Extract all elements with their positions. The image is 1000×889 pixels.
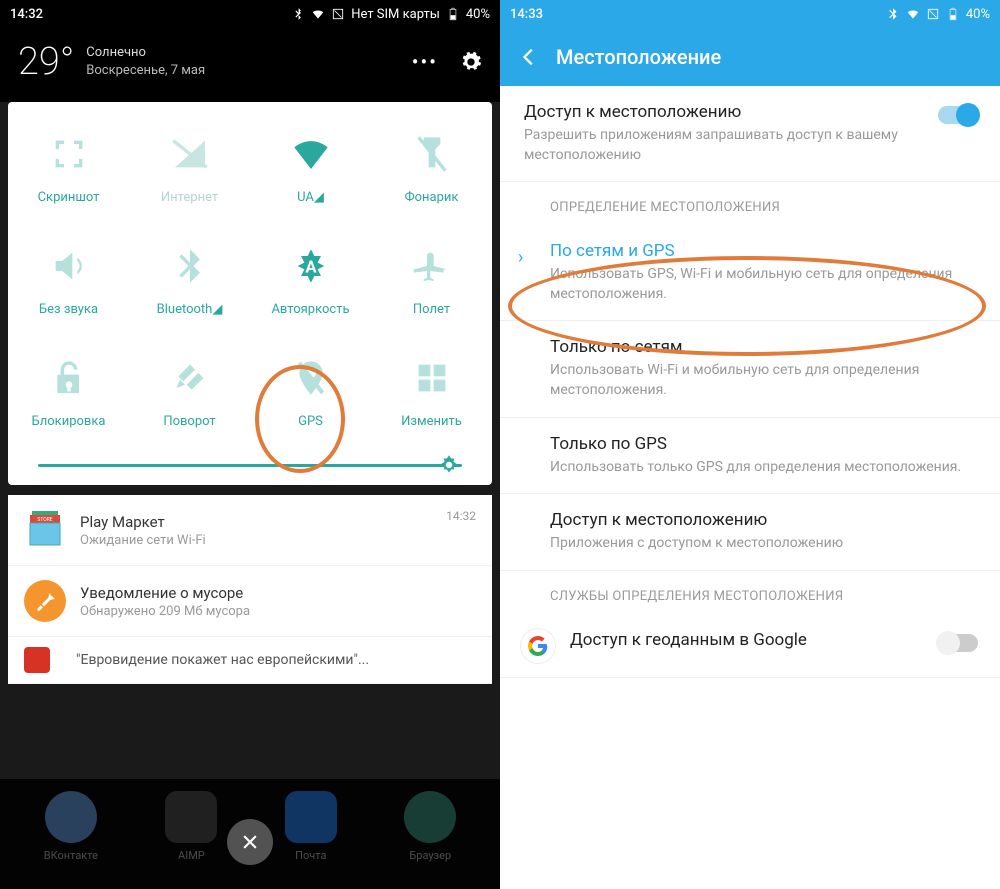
chevron-right-icon: › xyxy=(518,247,523,268)
notif-trash[interactable]: Уведомление о мусоре Обнаружено 209 Мб м… xyxy=(8,566,492,637)
qs-screenshot[interactable]: Скриншот xyxy=(8,112,129,224)
more-icon[interactable]: ••• xyxy=(412,50,438,74)
status-time: 14:33 xyxy=(510,7,543,22)
notif-title: Уведомление о мусоре xyxy=(80,584,476,602)
quick-settings-panel: Скриншот Интернет UA◢ Фонарик Без звука … xyxy=(8,102,492,485)
qs-gps[interactable]: GPS xyxy=(250,336,371,448)
wifi-tile-icon xyxy=(291,134,331,174)
status-right: 40% xyxy=(886,7,990,22)
slider-thumb[interactable] xyxy=(436,452,462,478)
lock-icon xyxy=(49,358,89,398)
back-icon[interactable] xyxy=(518,46,540,68)
row-app-access[interactable]: Доступ к местоположению Приложения с дос… xyxy=(500,494,1000,571)
brightness-icon: A xyxy=(291,246,331,286)
battery-text: 40% xyxy=(966,7,990,22)
no-sim-icon xyxy=(331,7,345,21)
notif-sub: Ожидание сети Wi-Fi xyxy=(80,533,432,548)
airplane-icon xyxy=(412,246,452,286)
qs-lock[interactable]: Блокировка xyxy=(8,336,129,448)
temperature: 29° xyxy=(18,40,74,84)
mobile-data-icon xyxy=(170,134,210,174)
wifi-icon xyxy=(311,7,325,21)
bluetooth-icon xyxy=(291,7,305,21)
grid-icon xyxy=(412,358,452,398)
qs-airplane[interactable]: Полет xyxy=(371,224,492,336)
status-right: Нет SIM карты 40% xyxy=(291,7,490,22)
weather-text: Солнечно Воскресенье, 7 мая xyxy=(86,44,205,80)
google-toggle[interactable] xyxy=(938,634,978,652)
weather-date: Воскресенье, 7 мая xyxy=(86,62,205,80)
qs-flashlight[interactable]: Фонарик xyxy=(371,112,492,224)
notifications: STORE Play Маркет Ожидание сети Wi-Fi 14… xyxy=(8,495,492,684)
row-high-accuracy[interactable]: › По сетям и GPS Использовать GPS, Wi-Fi… xyxy=(500,225,1000,321)
close-icon xyxy=(240,832,260,852)
qs-wifi[interactable]: UA◢ xyxy=(250,112,371,224)
rotation-icon xyxy=(170,358,210,398)
section-mode: ОПРЕДЕЛЕНИЕ МЕСТОПОЛОЖЕНИЯ xyxy=(500,182,1000,225)
row-networks-only[interactable]: Только по сетям Использовать Wi-Fi и моб… xyxy=(500,321,1000,417)
no-sim-text: Нет SIM карты xyxy=(351,7,440,22)
news-icon xyxy=(24,647,50,673)
right-phone-location-settings: 14:33 40% Местоположение Доступ к местоп… xyxy=(500,0,1000,889)
row-google-location[interactable]: Доступ к геоданным в Google xyxy=(500,614,1000,678)
statusbar: 14:33 40% xyxy=(500,0,1000,28)
gps-icon xyxy=(291,358,331,398)
qs-auto-brightness[interactable]: A Автояркость xyxy=(250,224,371,336)
settings-list: Доступ к местоположению Разрешить прилож… xyxy=(500,86,1000,678)
wifi-icon xyxy=(906,7,920,21)
battery-icon xyxy=(946,7,960,21)
brightness-slider[interactable] xyxy=(8,448,492,473)
speaker-icon xyxy=(49,246,89,286)
notif-play-market[interactable]: STORE Play Маркет Ожидание сети Wi-Fi 14… xyxy=(8,495,492,566)
svg-text:STORE: STORE xyxy=(37,517,52,523)
weather-header: 29° Солнечно Воскресенье, 7 мая ••• xyxy=(0,28,500,102)
cleaner-icon xyxy=(24,580,66,622)
left-phone-notification-shade: 14:32 Нет SIM карты 40% 29° Солнечно Вос… xyxy=(0,0,500,889)
bluetooth-icon xyxy=(886,7,900,21)
google-icon xyxy=(520,628,556,664)
flashlight-icon xyxy=(412,134,452,174)
svg-text:A: A xyxy=(305,258,317,277)
dock-mail[interactable]: Почта xyxy=(285,791,337,877)
titlebar: Местоположение xyxy=(500,28,1000,86)
qs-internet[interactable]: Интернет xyxy=(129,112,250,224)
dock-aimp[interactable]: AIMP xyxy=(165,791,217,877)
page-title: Местоположение xyxy=(556,45,721,69)
qs-bluetooth[interactable]: Bluetooth◢ xyxy=(129,224,250,336)
gear-icon[interactable] xyxy=(460,51,482,73)
qs-edit[interactable]: Изменить xyxy=(371,336,492,448)
bluetooth-tile-icon xyxy=(170,246,210,286)
qs-rotation[interactable]: Поворот xyxy=(129,336,250,448)
close-button[interactable] xyxy=(227,819,273,865)
notif-time: 14:32 xyxy=(446,509,476,523)
weather-condition: Солнечно xyxy=(86,44,205,62)
screenshot-icon xyxy=(49,134,89,174)
statusbar: 14:32 Нет SIM карты 40% xyxy=(0,0,500,28)
no-sim-icon xyxy=(926,7,940,21)
notif-text: "Евровидение покажет нас европейскими"..… xyxy=(76,652,369,668)
location-toggle[interactable] xyxy=(938,106,978,124)
qs-mute[interactable]: Без звука xyxy=(8,224,129,336)
row-location-access[interactable]: Доступ к местоположению Разрешить прилож… xyxy=(500,86,1000,182)
notif-sub: Обнаружено 209 Мб мусора xyxy=(80,604,476,619)
status-time: 14:32 xyxy=(10,7,43,22)
row-gps-only[interactable]: Только по GPS Использовать только GPS дл… xyxy=(500,418,1000,495)
battery-icon xyxy=(446,7,460,21)
battery-text: 40% xyxy=(466,7,490,22)
notif-title: Play Маркет xyxy=(80,513,432,531)
section-services: СЛУЖБЫ ОПРЕДЕЛЕНИЯ МЕСТОПОЛОЖЕНИЯ xyxy=(500,571,1000,614)
dock-browser[interactable]: Браузер xyxy=(404,791,456,877)
dock-vk[interactable]: ВКонтакте xyxy=(44,791,98,877)
notif-news[interactable]: "Евровидение покажет нас европейскими"..… xyxy=(8,637,492,684)
play-market-icon: STORE xyxy=(24,509,66,551)
